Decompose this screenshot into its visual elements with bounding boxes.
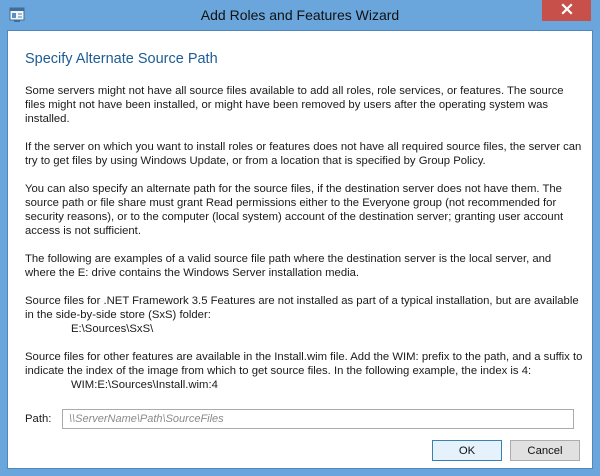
dialog-body: Specify Alternate Source Path Some serve… (7, 30, 593, 469)
close-icon (560, 2, 573, 20)
path-row: Path: (25, 409, 574, 431)
cancel-button[interactable]: Cancel (510, 440, 580, 461)
example-wim-path: WIM:E:\Sources\Install.wim:4 (71, 379, 218, 391)
paragraph-source-files: Some servers might not have all source f… (25, 85, 564, 125)
page-heading: Specify Alternate Source Path (25, 51, 218, 67)
close-button[interactable] (542, 0, 591, 21)
wizard-window: Add Roles and Features Wizard Specify Al… (0, 0, 600, 476)
ok-button[interactable]: OK (432, 440, 502, 461)
paragraph-windows-update: If the server on which you want to insta… (25, 141, 582, 167)
paragraph-examples: The following are examples of a valid so… (25, 253, 552, 279)
path-input[interactable] (62, 409, 574, 429)
paragraph-alternate-path: You can also specify an alternate path f… (25, 183, 564, 237)
paragraph-example-sxs: Source files for .NET Framework 3.5 Feat… (25, 294, 583, 336)
example-sxs-text: Source files for .NET Framework 3.5 Feat… (25, 295, 579, 321)
paragraph-example-wim: Source files for other features are avai… (25, 350, 583, 392)
description-text: Some servers might not have all source f… (25, 84, 583, 406)
path-label: Path: (25, 413, 52, 425)
example-sxs-path: E:\Sources\SxS\ (71, 323, 154, 335)
window-title: Add Roles and Features Wizard (200, 7, 400, 23)
title-bar[interactable]: Add Roles and Features Wizard (0, 0, 600, 30)
example-wim-text: Source files for other features are avai… (25, 351, 583, 377)
